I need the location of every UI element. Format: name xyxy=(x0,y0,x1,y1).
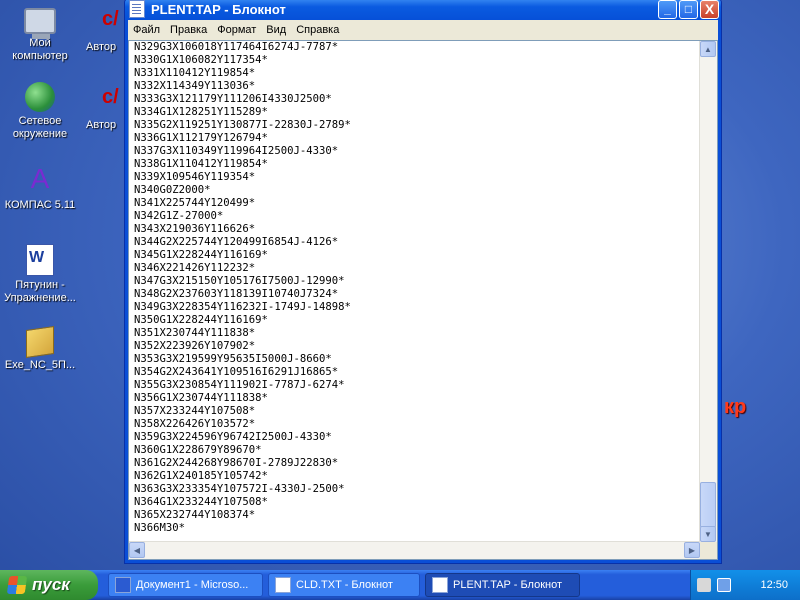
text-line: N329G3X106018Y117464I6274J-7787* xyxy=(134,41,339,53)
start-label: пуск xyxy=(32,575,70,594)
text-line: N339X109546Y119354* xyxy=(134,171,256,183)
menu-file[interactable]: Файл xyxy=(128,24,165,36)
menu-view[interactable]: Вид xyxy=(261,24,291,36)
text-line: N365X232744Y108374* xyxy=(134,509,256,521)
kompas-icon: A xyxy=(30,163,50,194)
text-line: N345G1X228244Y116169* xyxy=(134,249,268,261)
my-computer-icon xyxy=(24,8,56,39)
text-line: N355G3X230854Y111902I-7787J-6274* xyxy=(134,379,345,391)
desktop-icon-label: Автор xyxy=(86,41,117,53)
desktop-icon-label: Пятунин - Упражнение... xyxy=(4,279,76,304)
text-area[interactable]: N329G3X106018Y117464I6274J-7787* N330G1X1… xyxy=(132,41,699,542)
desktop-icon-label: КОМПАС 5.11 xyxy=(4,199,76,211)
text-line: N333G3X121179Y111206I4330J2500* xyxy=(134,93,332,105)
horizontal-scrollbar[interactable]: ◀ ▶ xyxy=(129,541,700,559)
desktop-icon-label: Exe_NC_5П... xyxy=(4,359,76,371)
taskbar-item-plent-notepad[interactable]: PLENT.TAP - Блокнот xyxy=(425,573,580,597)
text-line: N358X226426Y103572* xyxy=(134,418,256,430)
network-icon xyxy=(25,82,55,112)
text-line: N354G2X243641Y109516I6291J16865* xyxy=(134,366,339,378)
text-line: N351X230744Y111838* xyxy=(134,327,256,339)
maximize-button[interactable]: □ xyxy=(679,0,698,19)
text-line: N346X221426Y112232* xyxy=(134,262,256,274)
text-line: N343X219036Y116626* xyxy=(134,223,256,235)
text-editor[interactable]: N329G3X106018Y117464I6274J-7787* N330G1X1… xyxy=(128,40,718,560)
text-line: N348G2X237603Y118139I10740J7324* xyxy=(134,288,339,300)
taskbar-item-word[interactable]: Документ1 - Microso... xyxy=(108,573,263,597)
notepad-icon xyxy=(129,0,145,18)
word-document-icon xyxy=(26,244,54,276)
vertical-scrollbar[interactable]: ▲ ▼ xyxy=(699,41,717,542)
text-line: N334G1X128251Y115289* xyxy=(134,106,268,118)
minimize-button[interactable]: _ xyxy=(658,0,677,19)
text-line: N340G0Z2000* xyxy=(134,184,211,196)
taskbar-item-label: Документ1 - Microso... xyxy=(136,579,249,591)
notepad-icon xyxy=(275,577,291,593)
text-line: N357X233244Y107508* xyxy=(134,405,256,417)
scroll-left-button[interactable]: ◀ xyxy=(129,542,145,558)
window-title: PLENT.TAP - Блокнот xyxy=(151,1,286,17)
text-line: N360G1X228679Y89670* xyxy=(134,444,262,456)
scroll-thumb[interactable] xyxy=(700,482,716,528)
text-line: N336G1X112179Y126794* xyxy=(134,132,268,144)
text-line: N337G3X110349Y119964I2500J-4330* xyxy=(134,145,339,157)
text-line: N330G1X106082Y117354* xyxy=(134,54,268,66)
scroll-up-button[interactable]: ▲ xyxy=(700,41,716,57)
menu-bar: Файл Правка Формат Вид Справка xyxy=(128,20,718,40)
clock: 12:50 xyxy=(760,579,788,591)
desktop-icon-label: Сетевое окружение xyxy=(12,115,68,140)
text-line: N363G3X233354Y107572I-4330J-2500* xyxy=(134,483,345,495)
desktop-icon-package[interactable]: Exe_NC_5П... xyxy=(0,326,80,372)
size-grip[interactable] xyxy=(700,542,717,559)
system-tray: 12:50 xyxy=(690,570,800,600)
menu-format[interactable]: Формат xyxy=(212,24,261,36)
text-line: N347G3X215150Y105176I7500J-12990* xyxy=(134,275,345,287)
desktop-icon-autorun-2[interactable]: c/ Автор xyxy=(80,82,130,132)
text-line: N341X225744Y120499* xyxy=(134,197,256,209)
text-line: N349G3X228354Y116232I-1749J-14898* xyxy=(134,301,351,313)
notepad-icon xyxy=(432,577,448,593)
desktop-icon-kompas[interactable]: A КОМПАС 5.11 xyxy=(0,162,80,212)
desktop-icon-word-document[interactable]: Пятунин - Упражнение... xyxy=(0,244,80,305)
network-status-icon[interactable] xyxy=(717,578,731,592)
windows-logo-icon xyxy=(6,576,28,594)
text-line: N350G1X228244Y116169* xyxy=(134,314,268,326)
desktop-icon-my-computer[interactable]: Мой компьютер xyxy=(0,4,80,63)
text-line: N335G2X119251Y130877I-22830J-2789* xyxy=(134,119,351,131)
text-line: N364G1X233244Y107508* xyxy=(134,496,268,508)
text-line: N362G1X240185Y105742* xyxy=(134,470,268,482)
close-button[interactable]: X xyxy=(700,0,719,19)
desktop-icon-label: Мой компьютер xyxy=(12,37,68,62)
notepad-window: PLENT.TAP - Блокнот _ □ X Файл Правка Фо… xyxy=(124,0,722,564)
desktop-icon-autorun[interactable]: c/ Автор xyxy=(80,4,130,54)
text-line: N356G1X230744Y111838* xyxy=(134,392,268,404)
scroll-down-button[interactable]: ▼ xyxy=(700,526,716,542)
menu-edit[interactable]: Правка xyxy=(165,24,212,36)
text-line: N353G3X219599Y95635I5000J-8660* xyxy=(134,353,332,365)
window-titlebar[interactable]: PLENT.TAP - Блокнот _ □ X xyxy=(125,0,721,20)
text-line: N361G2X244268Y98670I-2789J22830* xyxy=(134,457,339,469)
start-button[interactable]: пуск xyxy=(0,570,98,600)
text-line: N331X110412Y119854* xyxy=(134,67,256,79)
taskbar-item-label: CLD.TXT - Блокнот xyxy=(296,579,393,591)
word-icon xyxy=(115,577,131,593)
text-line: N338G1X110412Y119854* xyxy=(134,158,268,170)
text-line: N352X223926Y107902* xyxy=(134,340,256,352)
text-line: N366M30* xyxy=(134,522,186,534)
desktop-partial-text: кр xyxy=(724,396,747,418)
taskbar-item-label: PLENT.TAP - Блокнот xyxy=(453,579,563,591)
package-icon xyxy=(26,326,54,358)
desktop-icon-label: Автор xyxy=(86,119,117,131)
text-line: N344G2X225744Y120499I6854J-4126* xyxy=(134,236,339,248)
taskbar-item-cld-notepad[interactable]: CLD.TXT - Блокнот xyxy=(268,573,420,597)
desktop-icon-network[interactable]: Сетевое окружение xyxy=(0,82,80,141)
volume-icon[interactable] xyxy=(697,578,711,592)
text-line: N332X114349Y113036* xyxy=(134,80,256,92)
text-line: N359G3X224596Y96742I2500J-4330* xyxy=(134,431,332,443)
menu-help[interactable]: Справка xyxy=(291,24,344,36)
scroll-right-button[interactable]: ▶ xyxy=(684,542,700,558)
text-line: N342G1Z-27000* xyxy=(134,210,224,222)
taskbar: пуск Документ1 - Microso... CLD.TXT - Бл… xyxy=(0,570,800,600)
